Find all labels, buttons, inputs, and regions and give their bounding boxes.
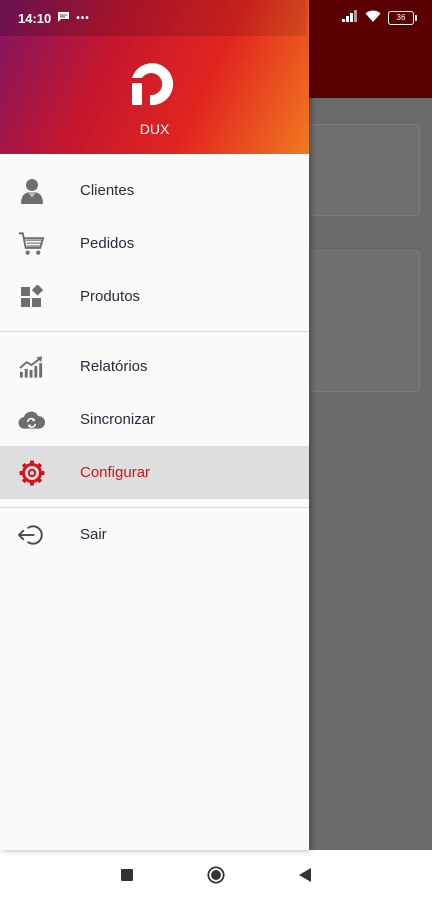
status-time: 14:10: [18, 10, 52, 26]
back-button[interactable]: [296, 866, 314, 884]
menu-item-clientes[interactable]: Clientes: [0, 164, 309, 217]
wifi-icon: [365, 9, 381, 27]
shopping-cart-icon: [18, 230, 45, 257]
status-bar: 14:10 ••• 36: [0, 0, 432, 36]
menu-item-pedidos[interactable]: Pedidos: [0, 217, 309, 270]
gear-icon: [18, 459, 45, 486]
menu-divider: [0, 331, 309, 332]
brand-name: DUX: [139, 121, 170, 137]
menu-item-produtos[interactable]: Produtos: [0, 270, 309, 323]
message-icon: [57, 11, 70, 26]
menu-item-sincronizar[interactable]: Sincronizar: [0, 393, 309, 446]
home-button[interactable]: [207, 866, 225, 884]
menu-item-relatorios[interactable]: Relatórios: [0, 340, 309, 393]
navigation-drawer: DUX Clientes Pedidos Produtos Relatórios…: [0, 0, 309, 850]
menu-item-label: Clientes: [80, 182, 135, 199]
background-card: [300, 250, 420, 392]
menu-item-label: Pedidos: [80, 235, 135, 252]
menu-item-label: Relatórios: [80, 358, 148, 375]
drawer-menu: Clientes Pedidos Produtos Relatórios Sin…: [0, 164, 309, 561]
person-icon: [18, 177, 45, 204]
battery-indicator: 36: [388, 11, 417, 25]
more-notifications-dots: •••: [76, 12, 90, 24]
background-card: [300, 124, 420, 216]
menu-item-configurar[interactable]: Configurar: [0, 446, 309, 499]
menu-item-label: Sincronizar: [80, 411, 156, 428]
widgets-icon: [18, 283, 45, 310]
signal-icon: [342, 9, 358, 27]
menu-item-label: Sair: [80, 526, 107, 543]
trending-up-chart-icon: [18, 353, 45, 380]
recent-apps-button[interactable]: [118, 866, 136, 884]
menu-item-label: Configurar: [80, 464, 151, 481]
menu-item-label: Produtos: [80, 288, 141, 305]
cloud-sync-icon: [18, 406, 45, 433]
system-nav-bar: [0, 850, 432, 900]
dux-logo-icon: [128, 56, 180, 108]
menu-item-sair[interactable]: Sair: [0, 508, 309, 561]
exit-icon: [18, 521, 45, 548]
